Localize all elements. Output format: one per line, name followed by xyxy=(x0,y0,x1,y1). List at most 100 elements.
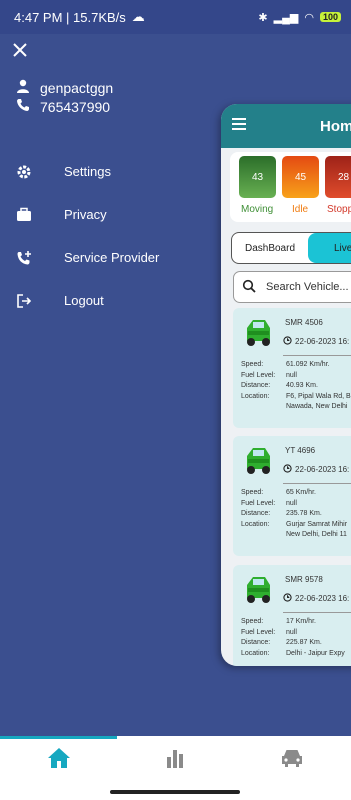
car-icon xyxy=(239,442,275,478)
location-value: Delhi - Jaipur Expy xyxy=(286,649,345,657)
status-bar: 4:47 PM | 15.7KB/s ☁ ✱ ▂▄▆ ◠ 100 xyxy=(0,0,351,34)
fuel-row: Fuel Level: null xyxy=(241,371,351,382)
stat-label: Moving xyxy=(241,204,274,215)
vehicle-card[interactable]: YT 4696 22-06-2023 16: Speed: 65 Km/hr. Fuel… xyxy=(233,436,351,556)
logout-icon xyxy=(14,291,34,311)
distance-value: 235.78 Km. xyxy=(286,510,322,517)
speed-row: Speed: 61.092 Km/hr. xyxy=(241,360,351,371)
menu-item-service-provider[interactable]: Service Provider xyxy=(14,236,214,279)
timestamp-text: 22-06-2023 16: xyxy=(295,465,350,474)
location-row: Location: F6, Pipal Wala Rd, B Nawada, Ne… xyxy=(241,392,351,413)
fuel-row: Fuel Level: null xyxy=(241,499,351,510)
menu-item-logout[interactable]: Logout xyxy=(14,279,214,322)
home-panel[interactable]: Hom 43 Moving 45 Idle 28 Stopp DashBoard… xyxy=(221,104,351,666)
menu-icon[interactable] xyxy=(232,117,250,135)
fuel-label: Fuel Level: xyxy=(241,499,276,507)
location-row: Location: Gurjar Samrat Mihir New Delhi, … xyxy=(241,520,351,541)
divider xyxy=(283,355,351,356)
tab-dashboard[interactable]: DashBoard xyxy=(232,233,308,263)
location-row: Location: Delhi - Jaipur Expy xyxy=(241,649,351,660)
stat-value: 45 xyxy=(294,171,307,183)
view-toggle: DashBoard Live xyxy=(231,232,351,264)
vehicle-details: Speed: 61.092 Km/hr. Fuel Level: null Distan… xyxy=(241,360,351,413)
vehicles-tab[interactable] xyxy=(278,746,306,774)
home-tab[interactable] xyxy=(45,746,73,774)
fuel-row: Fuel Level: null xyxy=(241,628,351,639)
signal-icon: ▂▄▆ xyxy=(273,11,299,24)
user-info: genpactggn 765437990 xyxy=(16,78,113,116)
location-value: Gurjar Samrat Mihir New Delhi, Delhi 11 xyxy=(286,520,348,539)
stat-stopped[interactable]: 28 xyxy=(325,156,351,198)
battery-icon: 100 xyxy=(319,12,341,22)
car-icon xyxy=(239,571,275,607)
menu-item-label: Privacy xyxy=(64,207,107,222)
stat-value: 28 xyxy=(337,171,350,183)
bottom-nav xyxy=(0,736,351,786)
distance-value: 225.87 Km. xyxy=(286,639,322,646)
username: genpactggn xyxy=(40,79,114,96)
menu-item-label: Settings xyxy=(64,164,111,179)
tab-live[interactable]: Live xyxy=(308,233,351,263)
fuel-value: null xyxy=(286,499,297,507)
vehicle-card[interactable]: SMR 9578 22-06-2023 16: Speed: 17 Km/hr. Fue… xyxy=(233,565,351,666)
fuel-value: null xyxy=(286,371,297,379)
briefcase-icon xyxy=(14,205,34,225)
search-placeholder: Search Vehicle... xyxy=(266,281,349,293)
clock-icon xyxy=(283,593,292,604)
vehicle-number: SMR 4506 xyxy=(285,318,323,327)
menu-item-settings[interactable]: Settings xyxy=(14,150,214,193)
search-icon xyxy=(242,279,258,296)
vehicle-stats: 43 Moving 45 Idle 28 Stopp xyxy=(230,152,351,222)
distance-row: Distance: 225.87 Km. xyxy=(241,638,351,649)
speed-label: Speed: xyxy=(241,618,264,625)
distance-row: Distance: 40.93 Km. xyxy=(241,381,351,392)
close-icon[interactable] xyxy=(12,42,32,62)
clock-icon xyxy=(283,336,292,347)
speed-value: 17 Km/hr. xyxy=(286,618,316,625)
bluetooth-icon: ✱ xyxy=(258,11,268,24)
drawer-menu: Settings Privacy Service Provider Logout xyxy=(14,150,214,322)
divider xyxy=(283,483,351,484)
clock-icon xyxy=(283,464,292,475)
person-icon xyxy=(16,79,30,96)
vehicle-number: YT 4696 xyxy=(285,446,316,455)
reports-tab[interactable] xyxy=(161,746,189,774)
menu-item-privacy[interactable]: Privacy xyxy=(14,193,214,236)
vehicle-details: Speed: 65 Km/hr. Fuel Level: null Distance: 2… xyxy=(241,488,351,541)
active-tab-indicator xyxy=(0,736,117,739)
bar-chart-icon xyxy=(164,747,186,774)
distance-value: 40.93 Km. xyxy=(286,382,318,389)
home-icon xyxy=(47,747,71,774)
fuel-value: null xyxy=(286,628,297,636)
stat-label: Stopp xyxy=(327,204,351,215)
location-value: F6, Pipal Wala Rd, B Nawada, New Delhi xyxy=(286,392,351,411)
distance-row: Distance: 235.78 Km. xyxy=(241,509,351,520)
cloud-icon: ☁ xyxy=(131,9,145,24)
menu-item-label: Logout xyxy=(64,293,104,308)
vehicle-card[interactable]: SMR 4506 22-06-2023 16: Speed: 61.092 Km/hr… xyxy=(233,308,351,428)
vehicle-timestamp: 22-06-2023 16: xyxy=(283,336,349,347)
fuel-label: Fuel Level: xyxy=(241,628,276,636)
stat-idle[interactable]: 45 xyxy=(282,156,319,198)
stat-moving[interactable]: 43 xyxy=(239,156,276,198)
search-input[interactable]: Search Vehicle... xyxy=(233,271,351,303)
speed-value: 61.092 Km/hr. xyxy=(286,361,330,368)
menu-item-label: Service Provider xyxy=(64,250,160,265)
app-bar: Hom xyxy=(221,104,351,148)
timestamp-text: 22-06-2023 16: xyxy=(295,337,350,346)
status-time: 4:47 PM | 15.7KB/s xyxy=(14,9,126,25)
location-label: Location: xyxy=(241,392,270,400)
vehicle-timestamp: 22-06-2023 16: xyxy=(283,464,349,475)
wifi-icon: ◠ xyxy=(304,11,314,24)
phone-icon xyxy=(16,98,30,115)
stat-label: Idle xyxy=(292,204,309,215)
user-phone: 765437990 xyxy=(40,98,111,115)
vehicle-timestamp: 22-06-2023 16: xyxy=(283,593,349,604)
gear-icon xyxy=(14,162,34,182)
phone-add-icon xyxy=(14,248,34,268)
home-gesture-bar[interactable] xyxy=(110,790,240,794)
distance-label: Distance: xyxy=(241,639,271,646)
location-label: Location: xyxy=(241,520,270,528)
speed-row: Speed: 65 Km/hr. xyxy=(241,488,351,499)
speed-label: Speed: xyxy=(241,361,264,368)
